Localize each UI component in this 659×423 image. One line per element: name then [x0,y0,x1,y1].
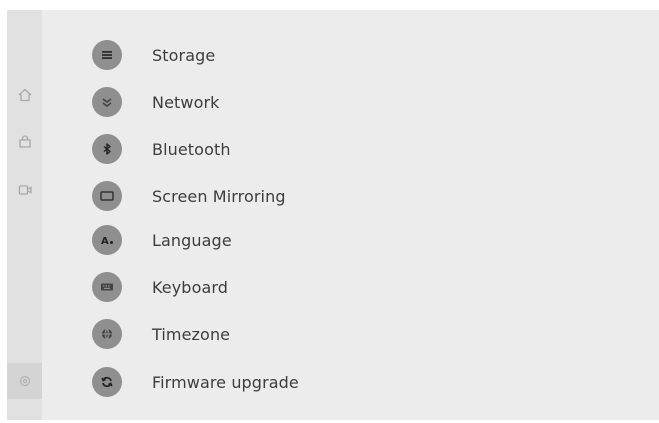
menu-item-screen-mirroring[interactable]: Screen Mirroring [87,179,627,213]
menu-item-language[interactable]: A Language [87,223,627,257]
menu-item-label: Network [152,92,220,112]
settings-panel: Storage Network Bluetooth Screen Mirrori… [7,10,659,420]
menu-item-label: Bluetooth [152,139,231,159]
keyboard-icon [92,272,122,302]
menu-item-storage[interactable]: Storage [87,38,627,72]
home-icon[interactable] [7,82,42,108]
menu-item-label: Language [152,230,232,250]
menu-item-keyboard[interactable]: Keyboard [87,270,627,304]
globe-icon [92,319,122,349]
settings-icon[interactable] [7,363,42,399]
network-icon [92,87,122,117]
menu-item-timezone[interactable]: Timezone [87,317,627,351]
refresh-icon [92,367,122,397]
menu-item-label: Firmware upgrade [152,372,299,392]
sidebar-rail [7,10,42,420]
menu-item-label: Keyboard [152,277,229,297]
language-icon: A [92,225,122,255]
menu-item-bluetooth[interactable]: Bluetooth [87,132,627,166]
storage-icon [92,40,122,70]
store-icon[interactable] [7,129,42,155]
screen-mirroring-icon [92,181,122,211]
svg-text:A: A [101,236,109,247]
menu-item-label: Screen Mirroring [152,186,286,206]
bluetooth-icon [92,134,122,164]
menu-item-network[interactable]: Network [87,85,627,119]
menu-item-label: Timezone [152,324,231,344]
menu-item-label: Storage [152,45,216,65]
menu-item-firmware-upgrade[interactable]: Firmware upgrade [87,365,627,399]
video-icon[interactable] [7,177,42,203]
